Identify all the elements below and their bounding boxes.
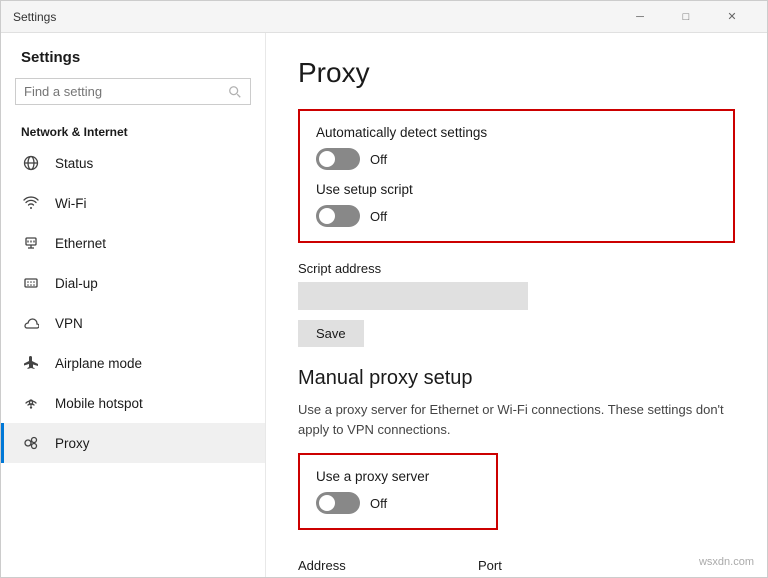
detect-toggle-row: Off	[316, 148, 717, 170]
sidebar-item-proxy[interactable]: Proxy	[1, 423, 265, 463]
airplane-icon	[21, 353, 41, 373]
sidebar-item-dialup[interactable]: Dial-up	[1, 263, 265, 303]
save-button[interactable]: Save	[298, 320, 364, 347]
sidebar-item-vpn-label: VPN	[55, 316, 83, 331]
proxy-toggle-row: Off	[316, 492, 480, 514]
port-group: Port	[478, 552, 558, 577]
proxy-toggle-knob	[319, 495, 335, 511]
sidebar: Settings Network & Internet S	[1, 33, 266, 577]
detect-toggle-label: Off	[370, 152, 387, 167]
window-title: Settings	[13, 10, 56, 24]
address-port-row: Address Port	[298, 552, 735, 577]
sidebar-item-airplane[interactable]: Airplane mode	[1, 343, 265, 383]
minimize-button[interactable]: ─	[617, 1, 663, 33]
sidebar-item-airplane-label: Airplane mode	[55, 356, 142, 371]
sidebar-item-wifi-label: Wi-Fi	[55, 196, 86, 211]
script-toggle-knob	[319, 208, 335, 224]
address-label: Address	[298, 558, 458, 573]
detect-settings-label: Automatically detect settings	[316, 125, 717, 140]
sidebar-item-hotspot-label: Mobile hotspot	[55, 396, 143, 411]
close-button[interactable]: ✕	[709, 1, 755, 33]
sidebar-item-dialup-label: Dial-up	[55, 276, 98, 291]
address-group: Address	[298, 552, 458, 577]
sidebar-title: Settings	[1, 33, 265, 74]
sidebar-item-ethernet[interactable]: Ethernet	[1, 223, 265, 263]
script-toggle-row: Off	[316, 205, 717, 227]
port-label: Port	[478, 558, 558, 573]
sidebar-section-label: Network & Internet	[1, 115, 265, 143]
titlebar: Settings ─ □ ✕	[1, 1, 767, 33]
manual-description: Use a proxy server for Ethernet or Wi-Fi…	[298, 400, 735, 439]
sidebar-item-proxy-label: Proxy	[55, 436, 90, 451]
ethernet-icon	[21, 233, 41, 253]
manual-section-title: Manual proxy setup	[298, 367, 735, 390]
script-toggle[interactable]	[316, 205, 360, 227]
sidebar-item-vpn[interactable]: VPN	[1, 303, 265, 343]
proxy-icon	[21, 433, 41, 453]
window-controls: ─ □ ✕	[617, 1, 755, 33]
proxy-server-label: Use a proxy server	[316, 469, 480, 484]
vpn-icon	[21, 313, 41, 333]
search-box[interactable]	[15, 78, 251, 105]
settings-window: Settings ─ □ ✕ Settings Network & Intern…	[0, 0, 768, 578]
sidebar-item-hotspot[interactable]: Mobile hotspot	[1, 383, 265, 423]
auto-proxy-section: Automatically detect settings Off Use se…	[298, 109, 735, 243]
search-icon	[228, 85, 242, 99]
sidebar-item-status-label: Status	[55, 156, 93, 171]
page-title: Proxy	[298, 57, 735, 89]
hotspot-icon	[21, 393, 41, 413]
detect-toggle-knob	[319, 151, 335, 167]
detect-toggle[interactable]	[316, 148, 360, 170]
maximize-button[interactable]: □	[663, 1, 709, 33]
script-toggle-label: Off	[370, 209, 387, 224]
main-content: Proxy Automatically detect settings Off …	[266, 33, 767, 577]
setup-script-label: Use setup script	[316, 182, 717, 197]
proxy-toggle-label: Off	[370, 496, 387, 511]
globe-icon	[21, 153, 41, 173]
dialup-icon	[21, 273, 41, 293]
wifi-icon	[21, 193, 41, 213]
script-address-label: Script address	[298, 261, 735, 276]
proxy-server-section: Use a proxy server Off	[298, 453, 498, 530]
sidebar-item-wifi[interactable]: Wi-Fi	[1, 183, 265, 223]
script-address-input[interactable]	[298, 282, 528, 310]
sidebar-item-ethernet-label: Ethernet	[55, 236, 106, 251]
proxy-toggle[interactable]	[316, 492, 360, 514]
search-input[interactable]	[24, 84, 228, 99]
sidebar-item-status[interactable]: Status	[1, 143, 265, 183]
main-layout: Settings Network & Internet S	[1, 33, 767, 577]
